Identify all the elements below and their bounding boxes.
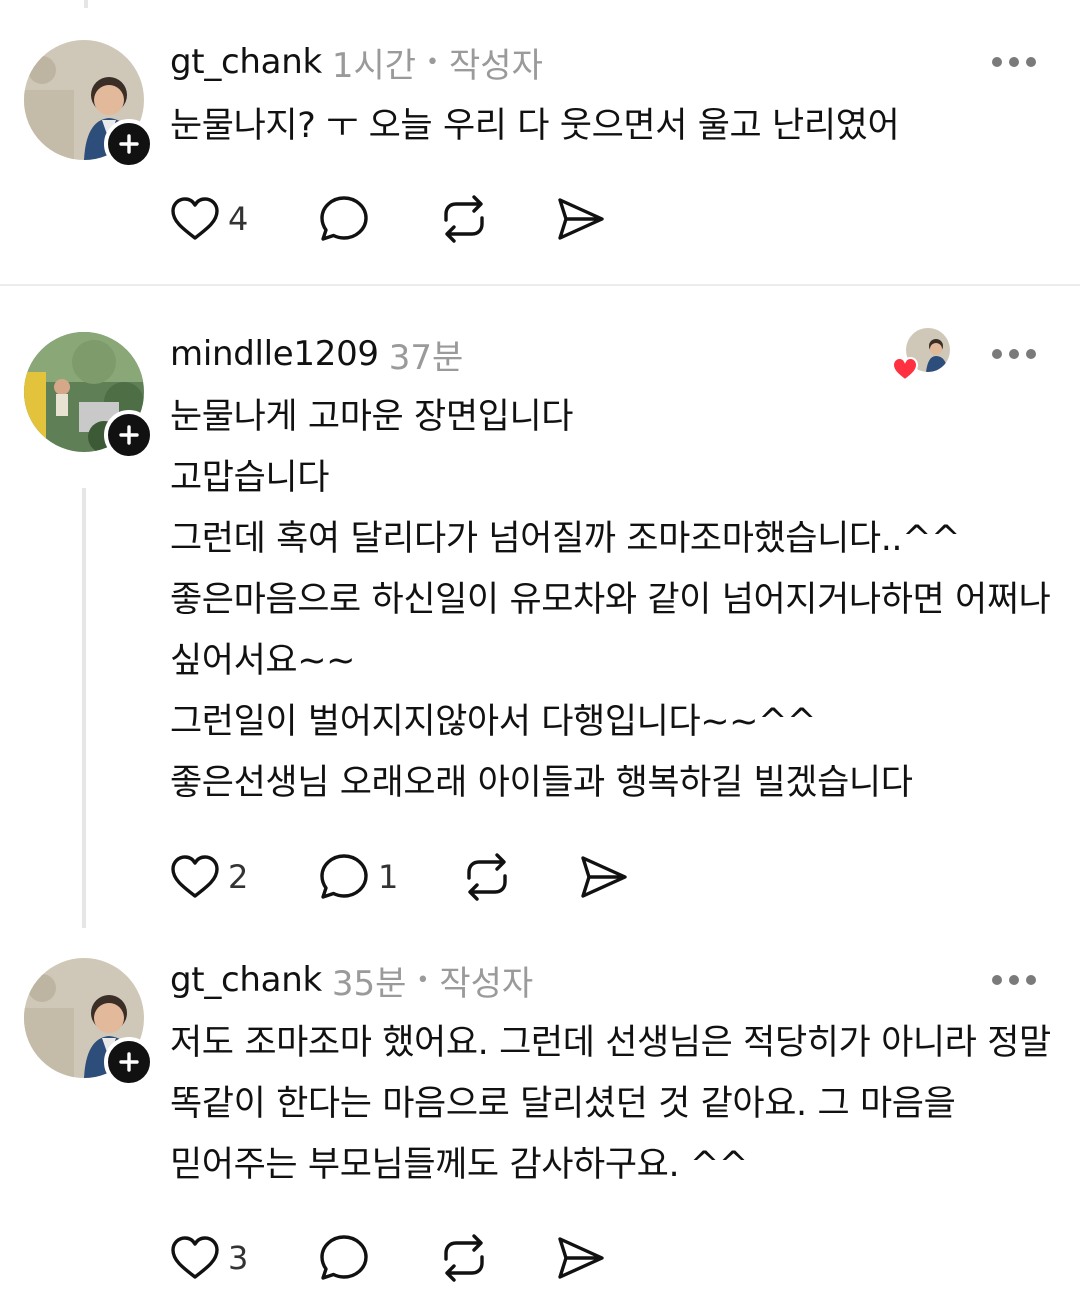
- comment-text: 눈물나지? ㅜ 오늘 우리 다 웃으면서 울고 난리였어: [170, 96, 900, 157]
- comment-line: 그런일이 벌어지지않아서 다행입니다~~^^: [170, 702, 816, 742]
- comment-header: mindlle1209 37분: [170, 332, 464, 378]
- more-options-button[interactable]: [992, 55, 1036, 69]
- comment: mindlle1209 37분 눈물나게 고마운 장면입니다 고맙습니다 그런데…: [0, 286, 1080, 936]
- follow-plus-button[interactable]: [104, 119, 154, 169]
- heart-icon: [171, 855, 219, 898]
- repost-icon: [444, 195, 484, 243]
- comment-icon: [320, 1235, 368, 1280]
- comment-header: gt_chank 35분 • 작성자: [170, 958, 534, 1004]
- like-count: 2: [228, 858, 249, 896]
- username[interactable]: mindlle1209: [170, 334, 379, 374]
- like-button[interactable]: 2: [170, 849, 248, 905]
- comment-text: 눈물나게 고마운 장면입니다 고맙습니다 그런데 혹여 달리다가 넘어질까 조마…: [170, 387, 1051, 814]
- more-icon-dot: [1009, 57, 1019, 67]
- like-button[interactable]: 3: [170, 1230, 248, 1286]
- heart-icon: [171, 197, 219, 240]
- timestamp: 35분: [331, 963, 407, 1004]
- username[interactable]: gt_chank: [170, 960, 322, 1000]
- more-icon-dot: [1026, 975, 1036, 985]
- more-icon-dot: [1009, 349, 1019, 359]
- repost-button[interactable]: [438, 1230, 490, 1286]
- like-count: 4: [228, 200, 249, 238]
- plus-icon: [119, 134, 139, 154]
- follow-plus-button[interactable]: [104, 410, 154, 460]
- like-count: 3: [228, 1239, 249, 1277]
- liked-heart-icon: [891, 356, 919, 382]
- more-icon-dot: [1009, 975, 1019, 985]
- more-options-button[interactable]: [992, 347, 1036, 361]
- more-icon: [992, 975, 1002, 985]
- comment: gt_chank 1시간 • 작성자 눈물나지? ㅜ 오늘 우리 다 웃으면서 …: [0, 0, 1080, 284]
- username[interactable]: gt_chank: [170, 42, 322, 82]
- share-icon: [558, 198, 604, 240]
- author-badge: 작성자: [439, 963, 534, 1004]
- share-button[interactable]: [579, 849, 629, 905]
- plus-icon: [119, 1052, 139, 1072]
- reply-button[interactable]: 1: [318, 849, 398, 905]
- comment: gt_chank 35분 • 작성자 저도 조마조마 했어요. 그런데 선생님은…: [0, 936, 1080, 1313]
- plus-icon: [119, 425, 139, 445]
- share-icon: [581, 856, 627, 898]
- share-button[interactable]: [556, 191, 606, 247]
- more-options-button[interactable]: [992, 973, 1036, 987]
- repost-button[interactable]: [461, 849, 513, 905]
- comment-line: 똑같이 한다는 마음으로 달리셨던 것 같아요. 그 마음을: [170, 1084, 956, 1124]
- more-icon: [992, 349, 1002, 359]
- repost-icon: [444, 1234, 484, 1282]
- timestamp: 1시간: [331, 45, 417, 86]
- reply-count: 1: [378, 858, 399, 896]
- separator-dot: •: [426, 49, 440, 75]
- like-button[interactable]: 4: [170, 191, 248, 247]
- reply-button[interactable]: [318, 191, 378, 247]
- follow-plus-button[interactable]: [104, 1037, 154, 1087]
- comment-text: 저도 조마조마 했어요. 그런데 선생님은 적당히가 아니라 정말 똑같이 한다…: [170, 1013, 1051, 1196]
- comment-line: 좋은선생님 오래오래 아이들과 행복하길 빌겠습니다: [170, 763, 913, 803]
- comment-line: 저도 조마조마 했어요. 그런데 선생님은 적당히가 아니라 정말: [170, 1023, 1051, 1063]
- comment-line: 좋은마음으로 하신일이 유모차와 같이 넘어지거나하면 어쩌나: [170, 580, 1051, 620]
- separator-dot: •: [416, 967, 430, 993]
- comment-header: gt_chank 1시간 • 작성자: [170, 40, 543, 86]
- repost-icon: [467, 853, 507, 901]
- comment-line: 눈물나지? ㅜ 오늘 우리 다 웃으면서 울고 난리였어: [170, 106, 900, 146]
- reply-button[interactable]: [318, 1230, 378, 1286]
- share-icon: [558, 1237, 604, 1279]
- more-icon-dot: [1026, 349, 1036, 359]
- comment-line: 믿어주는 부모님들께도 감사하구요. ^^: [170, 1145, 748, 1185]
- repost-button[interactable]: [438, 191, 490, 247]
- comment-line: 고맙습니다: [170, 458, 330, 498]
- heart-icon: [171, 1236, 219, 1279]
- author-badge: 작성자: [449, 45, 543, 86]
- comment-line: 눈물나게 고마운 장면입니다: [170, 397, 574, 437]
- timestamp: 37분: [388, 337, 464, 378]
- thread-line: [82, 488, 86, 928]
- comment-line: 싶어서요~~: [170, 641, 356, 681]
- comment-icon: [320, 854, 368, 899]
- more-icon-dot: [1026, 57, 1036, 67]
- comment-icon: [320, 196, 368, 241]
- comment-line: 그런데 혹여 달리다가 넘어질까 조마조마했습니다..^^: [170, 519, 961, 559]
- more-icon: [992, 57, 1002, 67]
- share-button[interactable]: [556, 1230, 606, 1286]
